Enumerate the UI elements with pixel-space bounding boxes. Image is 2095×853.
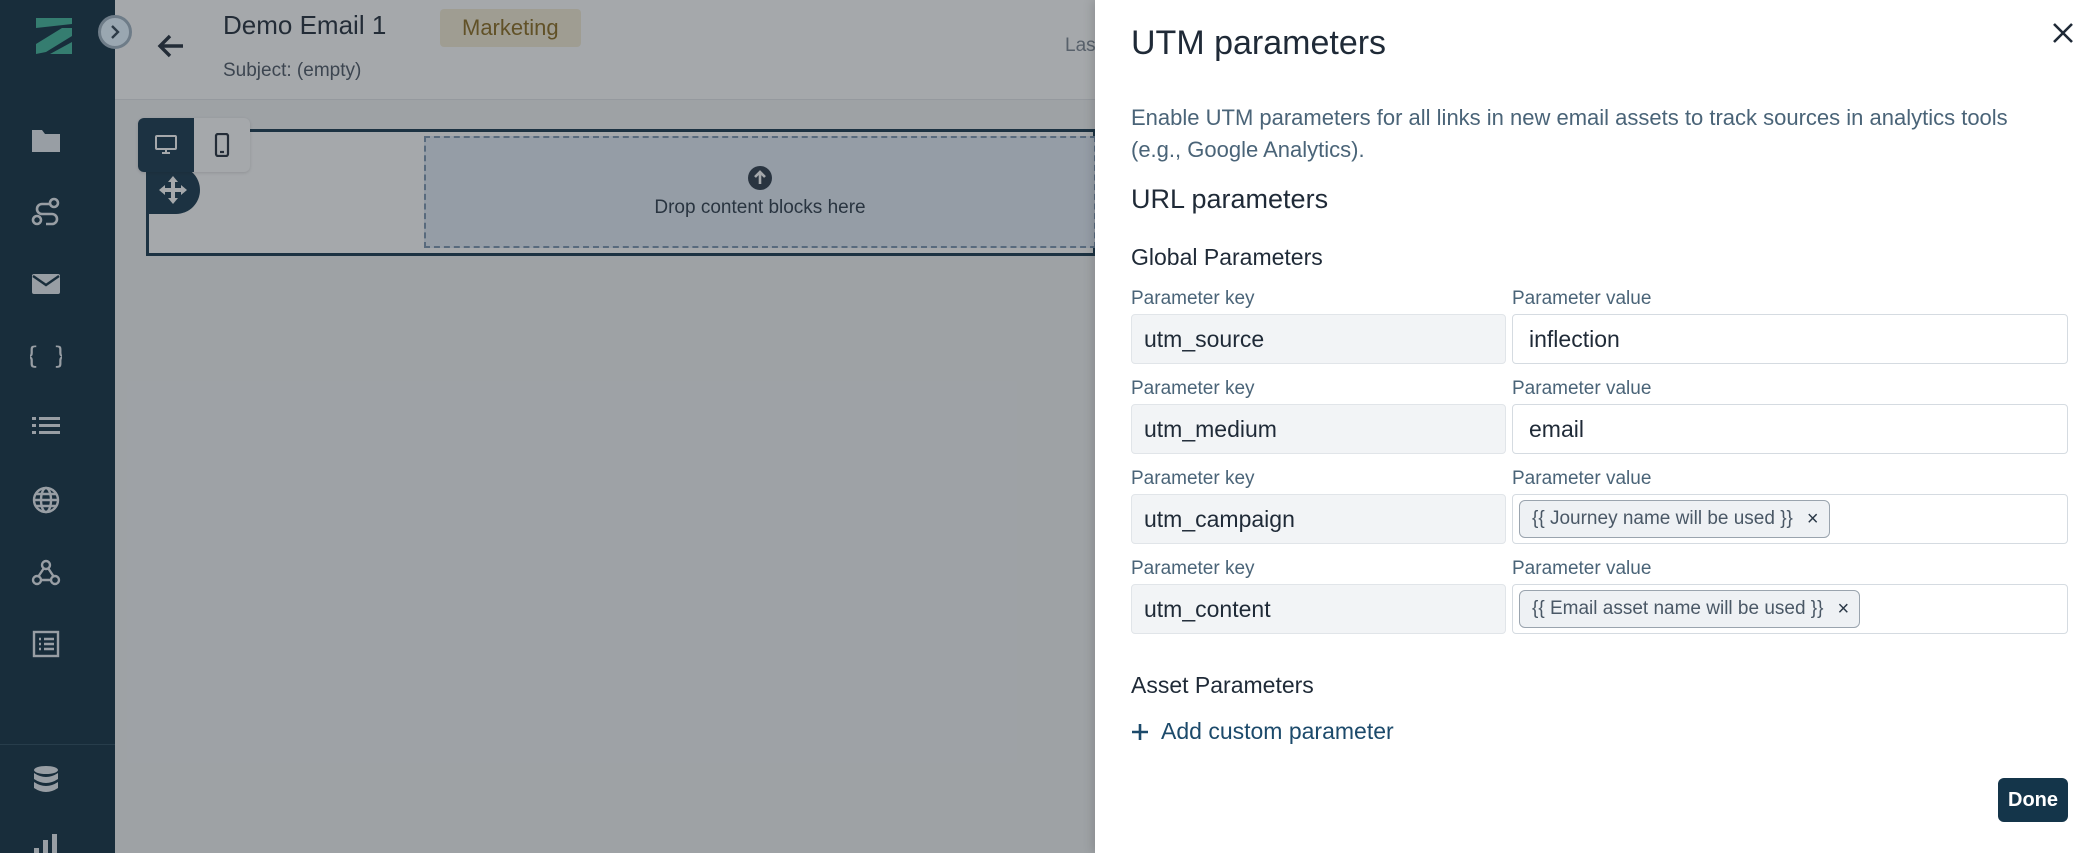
variable-chip: {{ Journey name will be used }} × [1519,500,1830,538]
chip-remove-icon[interactable]: × [1807,508,1819,531]
plus-icon [1132,723,1148,740]
param-key-label: Parameter key [1131,378,1255,399]
param-value-input[interactable]: {{ Journey name will be used }} × [1512,494,2068,544]
drawer-title: UTM parameters [1131,24,1387,62]
param-value-input[interactable]: email [1512,404,2068,454]
chip-label: {{ Email asset name will be used }} [1532,598,1824,619]
param-value-label: Parameter value [1512,468,1652,489]
param-value-input[interactable]: {{ Email asset name will be used }} × [1512,584,2068,634]
drawer-description: Enable UTM parameters for all links in n… [1131,105,2008,162]
sidebar-expand-button[interactable] [98,15,132,49]
param-key-label: Parameter key [1131,468,1255,489]
close-button[interactable] [2048,18,2078,48]
asset-parameters-heading: Asset Parameters [1131,672,1314,698]
param-row-utm-campaign: Parameter key Parameter value utm_campai… [1131,468,2071,554]
param-value-input[interactable]: inflection [1512,314,2068,364]
param-key-field: utm_medium [1131,404,1506,454]
url-parameters-heading: URL parameters [1131,184,1329,214]
add-custom-parameter-button[interactable]: Add custom parameter [1131,718,1394,745]
modal-backdrop[interactable] [0,0,1095,853]
param-key-field: utm_campaign [1131,494,1506,544]
param-row-utm-medium: Parameter key Parameter value utm_medium… [1131,378,2071,464]
param-value-label: Parameter value [1512,288,1652,309]
param-row-utm-source: Parameter key Parameter value utm_source… [1131,288,2071,374]
param-key-field: utm_source [1131,314,1506,364]
add-custom-parameter-label: Add custom parameter [1161,718,1394,744]
chip-label: {{ Journey name will be used }} [1532,508,1793,529]
chip-remove-icon[interactable]: × [1838,598,1850,621]
variable-chip: {{ Email asset name will be used }} × [1519,590,1861,628]
param-row-utm-content: Parameter key Parameter value utm_conten… [1131,558,2071,644]
param-value-label: Parameter value [1512,558,1652,579]
param-key-label: Parameter key [1131,558,1255,579]
chevron-right-icon [111,25,120,39]
utm-parameters-drawer: UTM parameters Enable UTM parameters for… [1095,0,2095,853]
param-key-label: Parameter key [1131,288,1255,309]
param-value-label: Parameter value [1512,378,1652,399]
global-parameters-heading: Global Parameters [1131,244,1323,270]
done-button[interactable]: Done [1998,778,2068,822]
close-icon [2053,23,2073,43]
param-key-field: utm_content [1131,584,1506,634]
